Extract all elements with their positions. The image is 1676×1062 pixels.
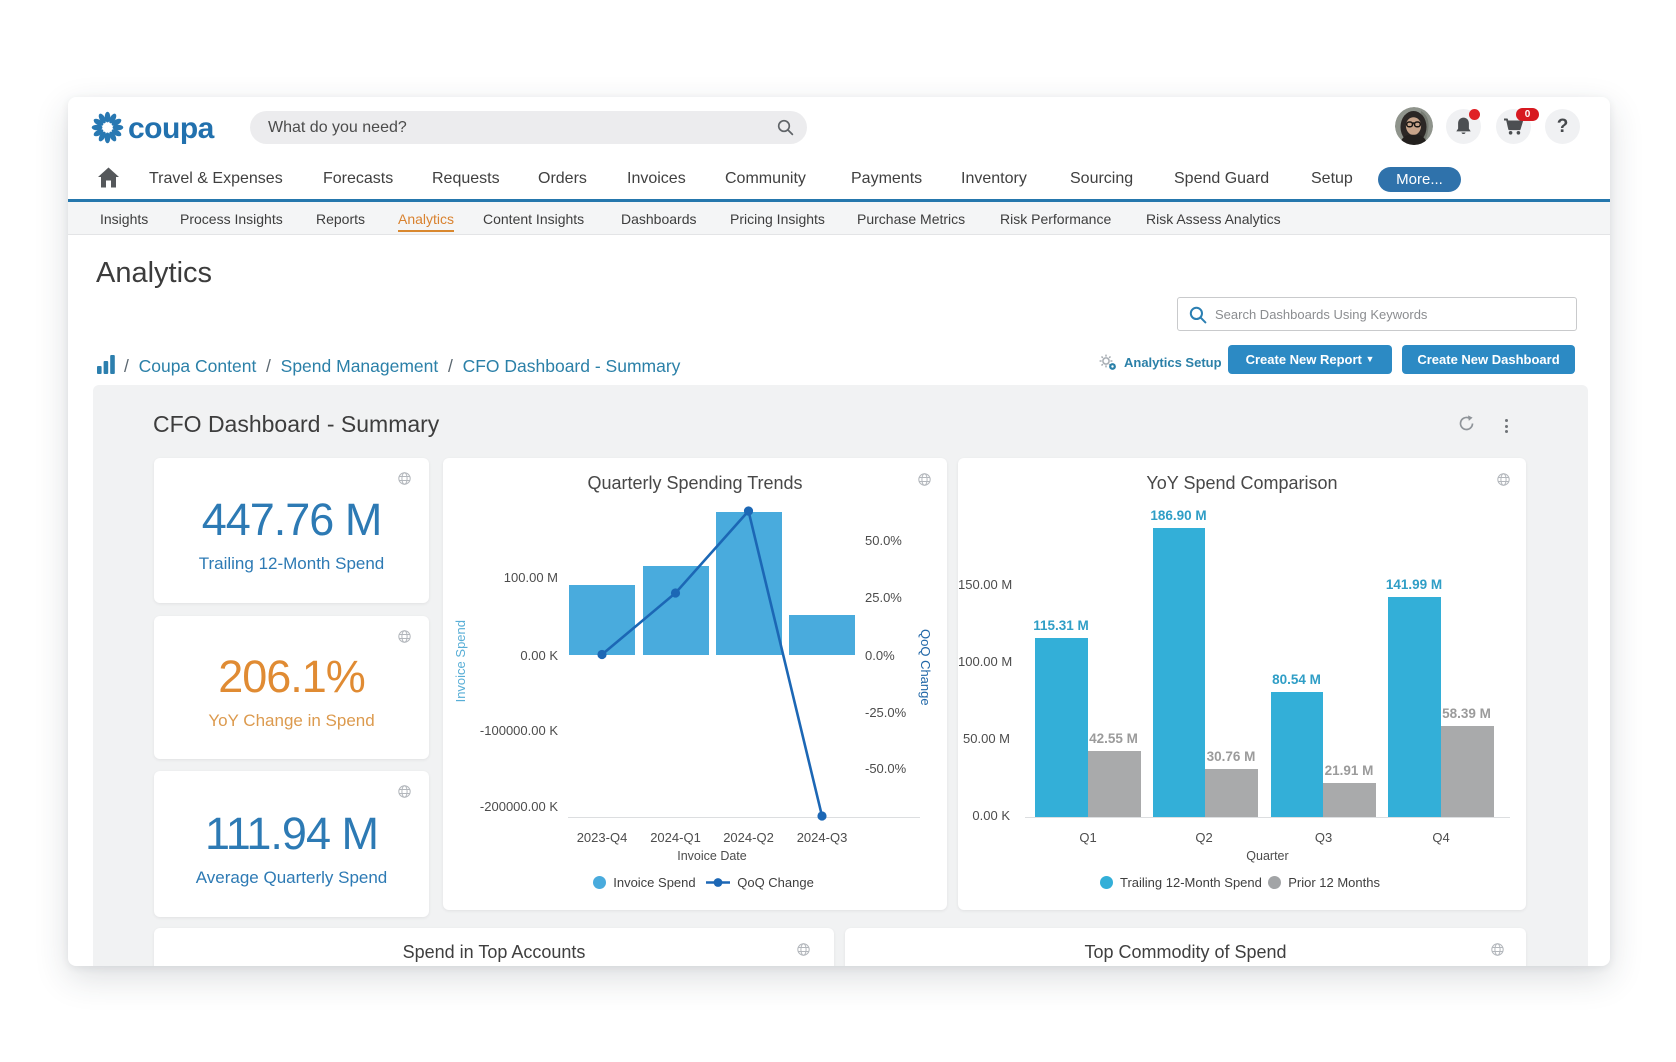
svg-text:coupa: coupa (128, 112, 215, 145)
